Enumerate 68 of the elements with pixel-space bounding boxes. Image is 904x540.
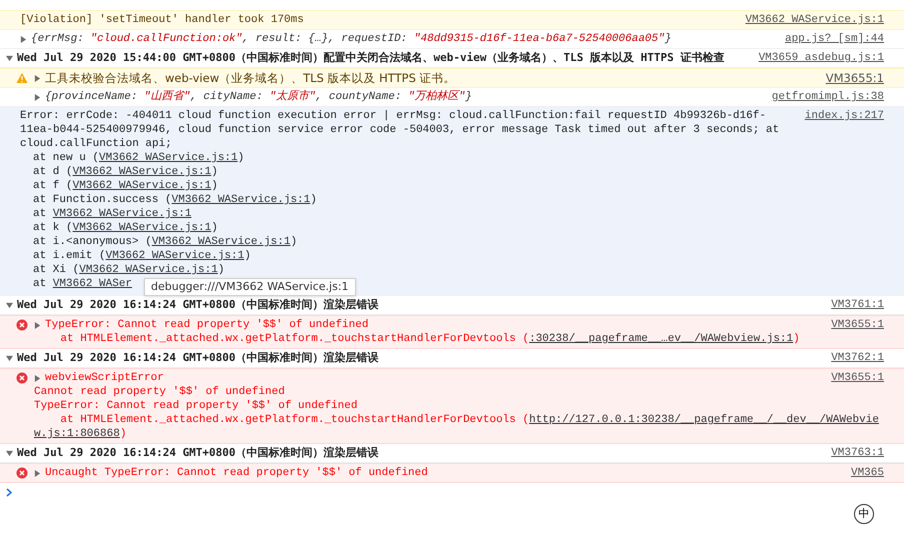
object-preview: {provinceName: "山西省", cityName: "太原市", countyName: "万柏林区"} <box>45 90 472 104</box>
source-link[interactable]: :30238/__pageframe__…ev__/WAWebview.js:1 <box>529 333 794 345</box>
source-link[interactable]: VM3655:1 <box>815 371 884 385</box>
source-link[interactable]: VM3762:1 <box>815 351 884 365</box>
stack-frame: at d (VM3662 WAService.js:1) <box>33 165 218 179</box>
source-link[interactable]: VM3662 WAService.js:1 <box>72 180 212 192</box>
expand-triangle-icon[interactable] <box>34 322 41 329</box>
source-link[interactable]: VM3659 asdebug.js:1 <box>742 51 884 65</box>
expand-triangle-icon[interactable] <box>34 94 41 101</box>
collapse-triangle-icon[interactable] <box>6 55 13 62</box>
stack-frame: at VM3662 WASer <box>33 277 132 291</box>
source-link[interactable]: VM3662 WAService.js:1 <box>72 222 212 234</box>
stack-frame: at new u (VM3662 WAService.js:1) <box>33 151 244 165</box>
ime-badge[interactable]: 中 <box>854 504 874 524</box>
error-message: TypeError: Cannot read property '$$' of undefined <box>34 399 358 413</box>
collapse-triangle-icon[interactable] <box>6 302 13 309</box>
source-link[interactable]: VM3655:1 <box>810 71 884 85</box>
expand-triangle-icon[interactable] <box>34 470 41 477</box>
stack-frame: at VM3662 WAService.js:1 <box>33 207 192 221</box>
stack-frame: at Function.success (VM3662 WAService.js:1) <box>33 193 317 207</box>
error-message: Error: errCode: -404011 cloud function execution error | errMsg: cloud.callFunction:fail requestID 4b99326b-d16f-11ea-b044-525400979946, cloud function service error code -504003, error message Task timed out after 3 seconds; at cloud.callFunction api; <box>20 109 780 151</box>
error-icon <box>16 319 28 331</box>
source-link[interactable]: VM3662 WAService.js:1 <box>72 166 212 178</box>
group-title: Wed Jul 29 2020 16:14:24 GMT+0800（中国标准时间）渲染层错误 <box>17 446 379 460</box>
log-message: [Violation] 'setTimeout' handler took 170ms <box>20 13 304 27</box>
source-link[interactable]: VM3662 WAService.js:1 <box>52 208 192 220</box>
source-link[interactable]: VM3655:1 <box>815 318 884 332</box>
source-link[interactable]: w.js:1:806868 <box>34 428 120 440</box>
object-preview: {errMsg: "cloud.callFunction:ok", result: {…}, requestID: "48dd9315-d16f-11ea-b6a7-52540006aa05"} <box>31 32 672 46</box>
source-link[interactable]: VM3763:1 <box>815 446 884 460</box>
warning-message: 工具未校验合法域名、web-view（业务域名）、TLS 版本以及 HTTPS 证书。 <box>45 71 456 85</box>
stack-frame: at HTMLElement._attached.wx.getPlatform._touchstartHandlerForDevtools (:30238/__pageframe__…ev__/WAWebview.js:1) <box>34 332 800 346</box>
tooltip: debugger:///VM3662 WAService.js:1 <box>144 278 356 296</box>
group-title: Wed Jul 29 2020 16:14:24 GMT+0800（中国标准时间）渲染层错误 <box>17 298 379 312</box>
group-title: Wed Jul 29 2020 16:14:24 GMT+0800（中国标准时间）渲染层错误 <box>17 351 379 365</box>
source-link[interactable]: VM3662 WAService.js:1 <box>99 152 238 164</box>
error-message: webviewScriptError <box>45 371 164 385</box>
stack-frame: at k (VM3662 WAService.js:1) <box>33 221 218 235</box>
error-icon <box>16 372 28 384</box>
error-message: TypeError: Cannot read property '$$' of undefined <box>45 318 368 332</box>
source-link[interactable]: VM3662 WAService.js:1 <box>152 236 290 248</box>
expand-triangle-icon[interactable] <box>34 375 41 382</box>
expand-triangle-icon[interactable] <box>34 75 41 82</box>
error-message: Uncaught TypeError: Cannot read property '$$' of undefined <box>45 466 428 480</box>
stack-frame: at HTMLElement._attached.wx.getPlatform._touchstartHandlerForDevtools (http://127.0.0.1:30238/__pageframe__/__dev__/WAWebvie w.js:1:806868) <box>34 413 879 441</box>
collapse-triangle-icon[interactable] <box>6 355 13 362</box>
source-link[interactable]: VM365 <box>834 466 884 480</box>
stack-frame: at Xi (VM3662 WAService.js:1) <box>33 263 224 277</box>
group-title: Wed Jul 29 2020 15:44:00 GMT+0800（中国标准时间）配置中关闭合法域名、web-view（业务域名）、TLS 版本以及 HTTPS 证书检查 <box>17 51 724 65</box>
source-link[interactable]: VM3662 WAService.js:1 <box>729 13 884 27</box>
source-link[interactable]: VM3662 WAService.js:1 <box>106 250 244 262</box>
source-link[interactable]: getfromimpl.js:38 <box>756 90 884 104</box>
source-link[interactable]: index.js:217 <box>788 109 884 123</box>
source-link[interactable]: VM3662 WAService.js:1 <box>172 194 310 206</box>
collapse-triangle-icon[interactable] <box>6 450 13 457</box>
source-link[interactable]: http://127.0.0.1:30238/__pageframe__/__dev__/WAWebvie <box>529 414 879 426</box>
source-link[interactable]: app.js? [sm]:44 <box>768 32 884 46</box>
stack-frame: at i.<anonymous> (VM3662 WAService.js:1) <box>33 235 298 249</box>
error-icon <box>16 467 28 479</box>
stack-frame: at f (VM3662 WAService.js:1) <box>33 179 218 193</box>
error-message: Cannot read property '$$' of undefined <box>34 385 286 399</box>
stack-frame: at i.emit (VM3662 WAService.js:1) <box>33 249 251 263</box>
source-link[interactable]: VM3662 WAService.js:1 <box>79 264 218 276</box>
warning-icon <box>16 72 28 84</box>
prompt-chevron-icon <box>6 488 13 496</box>
source-link[interactable]: VM3761:1 <box>815 298 884 312</box>
expand-triangle-icon[interactable] <box>20 36 27 43</box>
source-link[interactable]: VM3662 WASer <box>52 278 132 290</box>
